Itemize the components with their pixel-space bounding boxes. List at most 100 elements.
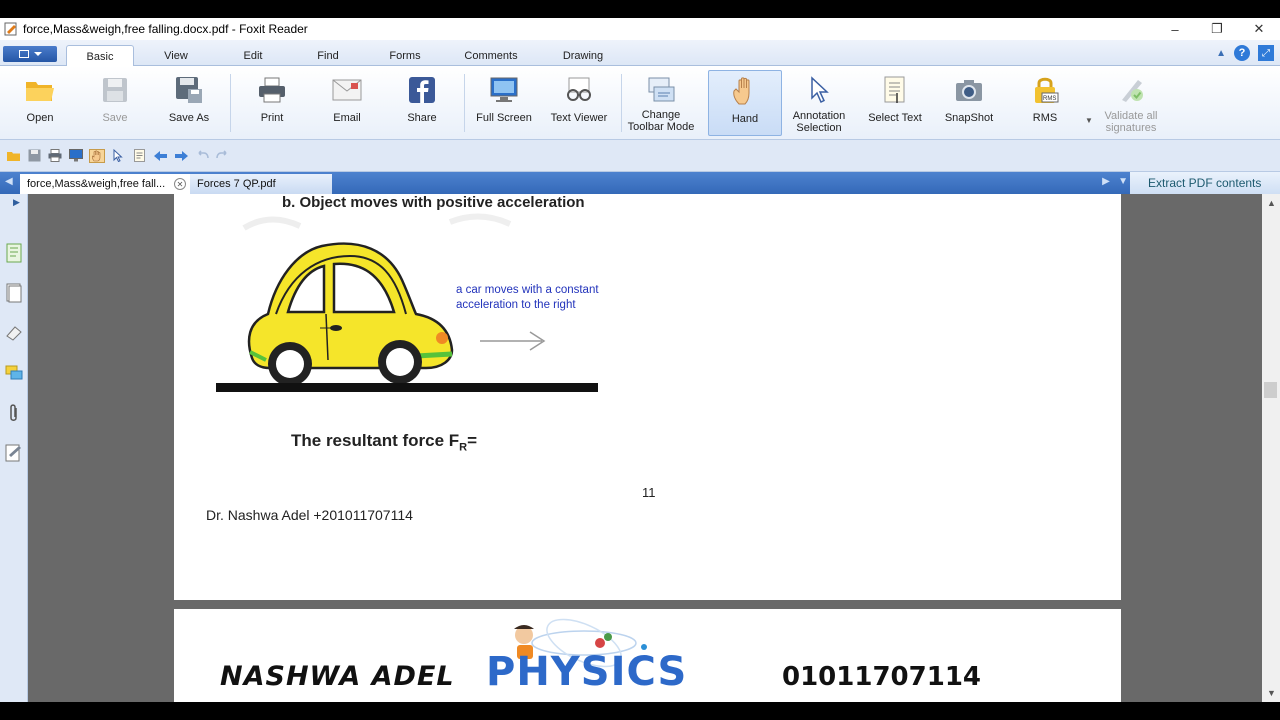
undo-icon[interactable]	[194, 149, 210, 163]
resultant-subscript: R	[459, 441, 468, 454]
rms-dropdown-chevron-icon[interactable]: ▼	[1085, 116, 1093, 125]
help-icon[interactable]: ?	[1234, 45, 1250, 61]
banner-author-name: NASHWA ADEL	[220, 661, 455, 692]
navigation-panel: ▶	[0, 194, 28, 702]
scroll-up-icon[interactable]: ▲	[1267, 198, 1276, 208]
ribbon-divider	[621, 74, 622, 132]
pdf-page-12: NASHWA ADEL PHYSICS 01011707114	[174, 609, 1121, 702]
signature-icon[interactable]	[4, 442, 24, 464]
foxit-app-icon	[4, 22, 17, 36]
tab-find[interactable]: Find	[303, 45, 353, 66]
tab-forms[interactable]: Forms	[378, 45, 432, 66]
redo-icon[interactable]	[215, 149, 231, 163]
validate-label-1: Validate all	[1104, 110, 1158, 122]
scroll-thumb[interactable]	[1264, 382, 1277, 398]
close-button[interactable]: ✕	[1238, 18, 1280, 40]
change-toolbar-mode-button[interactable]: Change Toolbar Mode	[626, 70, 696, 136]
save-as-button[interactable]: Save As	[159, 70, 219, 136]
tab-drawing[interactable]: Drawing	[556, 45, 610, 66]
app-menu-button[interactable]	[3, 46, 57, 62]
tab-basic[interactable]: Basic	[66, 45, 134, 67]
page-number: 11	[642, 485, 656, 500]
annotation-line-1: a car moves with a constant	[456, 284, 599, 296]
camera-icon	[952, 73, 986, 107]
text-viewer-button[interactable]: Text Viewer	[548, 70, 610, 136]
bookmarks-icon[interactable]	[4, 242, 24, 264]
save-button[interactable]: Save	[85, 70, 145, 136]
collapse-ribbon-icon[interactable]: ▲	[1216, 48, 1226, 59]
restore-button[interactable]: ❐	[1196, 18, 1238, 40]
resultant-text: The resultant force F	[291, 431, 460, 450]
title-bar: force,Mass&weigh,free falling.docx.pdf -…	[0, 18, 1280, 40]
vertical-scrollbar[interactable]: ▲ ▼	[1262, 194, 1280, 702]
annotation-selection-button[interactable]: Annotation Selection	[786, 70, 852, 136]
arrow-left-icon[interactable]	[152, 149, 168, 163]
extract-pdf-label: Extract PDF contents	[1148, 176, 1262, 190]
question-heading: b. Object moves with positive accelerati…	[282, 194, 585, 211]
monitor-icon[interactable]	[68, 149, 84, 163]
minimize-button[interactable]: –	[1154, 18, 1196, 40]
open-label: Open	[26, 112, 54, 124]
toolbar-mode-icon	[644, 73, 678, 107]
email-button[interactable]: Email	[317, 70, 377, 136]
hand-icon[interactable]	[89, 148, 105, 163]
ribbon-toolbar: Open Save Save As Print Email Share Full…	[0, 66, 1280, 140]
folder-icon[interactable]	[5, 149, 21, 163]
pages-icon[interactable]	[4, 282, 24, 304]
hand-icon	[728, 74, 762, 108]
snapshot-button[interactable]: SnapShot	[939, 70, 999, 136]
folder-icon	[23, 73, 57, 107]
document-view[interactable]: b. Object moves with positive accelerati…	[28, 194, 1262, 702]
tab-view[interactable]: View	[150, 45, 202, 66]
tab-edit[interactable]: Edit	[228, 45, 278, 66]
facebook-icon	[405, 73, 439, 107]
comments-icon[interactable]	[4, 362, 24, 384]
ribbon-divider	[230, 74, 231, 132]
eraser-icon[interactable]	[4, 322, 24, 344]
hand-tool-button[interactable]: Hand	[708, 70, 782, 136]
change-toolbar-label-1: Change	[641, 109, 681, 121]
car-annotation-text: a car moves with a constant acceleration…	[456, 283, 599, 313]
save-as-label: Save As	[168, 112, 210, 124]
resultant-force-label: The resultant force FR=	[291, 431, 477, 453]
document-tab-forces-qp[interactable]: Forces 7 QP.pdf	[190, 174, 332, 194]
validate-signatures-button[interactable]: Validate all signatures	[1098, 70, 1164, 136]
document-tab-force-mass[interactable]: force,Mass&weigh,free fall... ✕	[20, 174, 190, 194]
arrow-right-icon[interactable]	[173, 149, 189, 163]
tab-scroll-left-icon[interactable]: ◀	[5, 176, 13, 187]
annotation-label-2: Selection	[796, 122, 842, 134]
share-button[interactable]: Share	[392, 70, 452, 136]
select-text-button[interactable]: Select Text	[864, 70, 926, 136]
tab-scroll-right-icon[interactable]: ▶ ▼	[1102, 176, 1128, 187]
glasses-icon	[562, 73, 596, 107]
expand-icon[interactable]: ⤢	[1258, 45, 1274, 61]
foxit-reader-window: force,Mass&weigh,free falling.docx.pdf -…	[0, 18, 1280, 702]
cursor-arrow-icon[interactable]	[110, 149, 126, 163]
expand-panel-icon[interactable]: ▶	[13, 197, 20, 208]
close-tab-icon[interactable]: ✕	[174, 178, 186, 190]
email-label: Email	[333, 112, 361, 124]
extract-pdf-contents-link[interactable]: Extract PDF contents	[1130, 172, 1280, 194]
floppy-disk-icon	[98, 73, 132, 107]
svg-text:RMS: RMS	[1043, 96, 1056, 102]
banner-phone-number: 01011707114	[782, 662, 981, 692]
tab-comments[interactable]: Comments	[460, 45, 522, 66]
printer-icon[interactable]	[47, 149, 63, 163]
validate-label-2: signatures	[1105, 122, 1157, 134]
document-tab-label: Forces 7 QP.pdf	[197, 178, 276, 190]
hand-label: Hand	[731, 113, 759, 125]
menu-icon	[18, 50, 29, 58]
share-label: Share	[407, 112, 437, 124]
select-text-icon	[878, 73, 912, 107]
snapshot-label: SnapShot	[944, 112, 994, 124]
open-button[interactable]: Open	[10, 70, 70, 136]
full-screen-button[interactable]: Full Screen	[474, 70, 534, 136]
floppy-disk-icon[interactable]	[26, 149, 42, 163]
print-button[interactable]: Print	[242, 70, 302, 136]
rms-button[interactable]: RMS RMS	[1015, 70, 1075, 136]
paperclip-icon[interactable]	[4, 402, 24, 424]
scroll-down-icon[interactable]: ▼	[1267, 688, 1276, 698]
select-text-icon[interactable]	[131, 149, 147, 163]
resultant-equals: =	[467, 431, 478, 450]
lock-icon: RMS	[1028, 73, 1062, 107]
